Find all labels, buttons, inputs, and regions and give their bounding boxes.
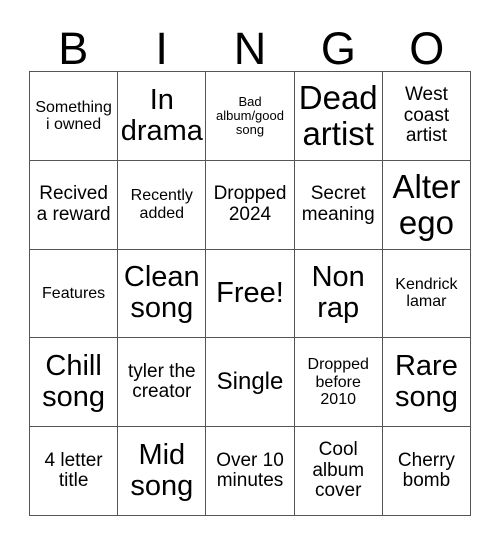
bingo-cell-label: Cherry bomb	[397, 449, 455, 492]
bingo-header-letter-o: O	[409, 23, 445, 74]
bingo-cell-o5[interactable]: Cherry bomb	[382, 427, 472, 516]
bingo-row-4: Chill song tyler the creator Single Drop…	[30, 338, 472, 428]
bingo-header-letter-n: N	[233, 23, 267, 74]
bingo-cell-n5[interactable]: Over 10 minutes	[206, 427, 295, 516]
bingo-cell-o2[interactable]: Alter ego	[382, 160, 472, 250]
bingo-cell-label: Mid song	[130, 438, 194, 503]
bingo-grid: Something i owned In drama Bad album/goo…	[29, 71, 472, 516]
bingo-cell-o4[interactable]: Rare song	[382, 338, 472, 428]
bingo-cell-label: Features	[42, 284, 106, 302]
bingo-cell-b4[interactable]: Chill song	[30, 338, 119, 428]
bingo-cell-b5[interactable]: 4 letter title	[30, 427, 119, 516]
bingo-cell-label: West coast artist	[403, 84, 450, 147]
bingo-row-5: 4 letter title Mid song Over 10 minutes …	[30, 427, 472, 516]
bingo-header-cell-i: I	[117, 8, 205, 71]
bingo-cell-g4[interactable]: Dropped before 2010	[294, 338, 383, 428]
bingo-cell-b1[interactable]: Something i owned	[30, 72, 119, 161]
bingo-cell-label: 4 letter title	[44, 449, 103, 492]
bingo-free-space-label: Free!	[216, 276, 284, 309]
bingo-cell-n4[interactable]: Single	[206, 338, 295, 428]
bingo-cell-g1[interactable]: Dead artist	[294, 72, 383, 161]
bingo-cell-label: Chill song	[42, 349, 106, 414]
bingo-header-cell-n: N	[206, 8, 294, 71]
bingo-cell-free-space[interactable]: Free!	[206, 249, 295, 339]
bingo-cell-n2[interactable]: Dropped 2024	[206, 160, 295, 250]
bingo-cell-label: In drama	[120, 83, 203, 147]
bingo-header-cell-o: O	[383, 8, 471, 71]
bingo-cell-i2[interactable]: Recently added	[118, 160, 207, 250]
bingo-cell-o1[interactable]: West coast artist	[382, 72, 472, 161]
bingo-cell-i5[interactable]: Mid song	[118, 427, 207, 516]
bingo-cell-g2[interactable]: Secret meaning	[294, 160, 383, 250]
bingo-cell-label: Non rap	[311, 261, 365, 325]
bingo-header-letter-i: I	[155, 23, 168, 74]
bingo-cell-label: tyler the creator	[128, 360, 196, 403]
bingo-cell-label: Dead artist	[298, 79, 378, 152]
bingo-header-letter-b: B	[58, 23, 89, 74]
bingo-cell-label: Something i owned	[35, 98, 112, 133]
bingo-cell-label: Clean song	[123, 261, 200, 325]
bingo-cell-n1[interactable]: Bad album/good song	[206, 72, 295, 161]
bingo-cell-b2[interactable]: Recived a reward	[30, 160, 119, 250]
bingo-header-letter-g: G	[320, 23, 356, 74]
bingo-cell-label: Dropped before 2010	[307, 356, 369, 408]
bingo-cell-label: Single	[216, 368, 284, 396]
bingo-cell-label: Alter ego	[392, 168, 461, 241]
bingo-cell-i1[interactable]: In drama	[118, 72, 207, 161]
bingo-cell-i3[interactable]: Clean song	[118, 249, 207, 339]
bingo-cell-o3[interactable]: Kendrick lamar	[382, 249, 472, 339]
bingo-row-1: Something i owned In drama Bad album/goo…	[30, 72, 472, 161]
bingo-header-cell-b: B	[29, 8, 117, 71]
bingo-cell-label: Recently added	[130, 187, 193, 222]
bingo-cell-g3[interactable]: Non rap	[294, 249, 383, 339]
bingo-cell-i4[interactable]: tyler the creator	[118, 338, 207, 428]
bingo-cell-b3[interactable]: Features	[30, 249, 119, 339]
bingo-cell-label: Rare song	[394, 349, 458, 414]
bingo-cell-label: Over 10 minutes	[216, 449, 284, 492]
bingo-row-2: Recived a reward Recently added Dropped …	[30, 160, 472, 250]
bingo-cell-label: Cool album cover	[312, 439, 365, 502]
bingo-header-cell-g: G	[294, 8, 382, 71]
bingo-cell-label: Recived a reward	[36, 183, 111, 225]
bingo-cell-label: Bad album/good song	[216, 93, 284, 137]
bingo-cell-label: Secret meaning	[301, 183, 375, 225]
bingo-card: B I N G O Something i owned In drama Bad…	[29, 8, 472, 516]
bingo-cell-g5[interactable]: Cool album cover	[294, 427, 383, 516]
bingo-row-3: Features Clean song Free! Non rap Kendri…	[30, 249, 472, 339]
bingo-header-row: B I N G O	[29, 8, 471, 71]
bingo-cell-label: Kendrick lamar	[395, 276, 458, 311]
bingo-cell-label: Dropped 2024	[213, 183, 287, 225]
